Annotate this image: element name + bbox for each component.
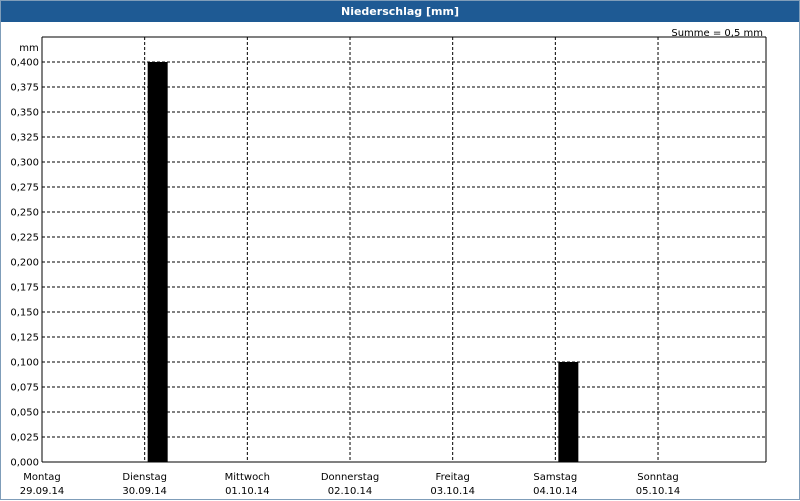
- y-tick-label: 0,250: [10, 208, 39, 219]
- x-tick-date: 30.09.14: [122, 486, 167, 497]
- y-tick-label: 0,050: [10, 408, 39, 419]
- y-tick-label: 0,225: [10, 233, 39, 244]
- x-tick-date: 04.10.14: [533, 486, 578, 497]
- y-tick-label: 0,000: [10, 458, 39, 469]
- x-tick-day: Freitag: [436, 472, 470, 483]
- y-tick-label: 0,400: [10, 58, 39, 69]
- y-tick-label: 0,075: [10, 383, 39, 394]
- precipitation-chart: 0,000 0,025 0,050 0,075 0,100 0,125 0,150 0,175…: [10, 36, 767, 497]
- x-tick-day: Mittwoch: [225, 472, 270, 483]
- y-tick-label: 0,175: [10, 283, 39, 294]
- y-tick-label: 0,125: [10, 333, 39, 344]
- x-tick-date: 03.10.14: [430, 486, 475, 497]
- x-tick-date: 01.10.14: [225, 486, 270, 497]
- y-tick-label: 0,025: [10, 433, 39, 444]
- x-tick-day: Montag: [23, 472, 60, 483]
- x-tick-date: 02.10.14: [328, 486, 373, 497]
- y-tick-label: 0,350: [10, 108, 39, 119]
- bar-dienstag: [147, 62, 168, 462]
- y-tick-label: 0,150: [10, 308, 39, 319]
- tick-labels-group: 0,000 0,025 0,050 0,075 0,100 0,125 0,150 0,175…: [10, 43, 680, 497]
- chart-window: Niederschlag [mm] Summe = 0,5 mm 0,000 0,…: [0, 0, 800, 500]
- y-tick-label: 0,375: [10, 83, 39, 94]
- y-tick-label: 0,300: [10, 158, 39, 169]
- x-tick-day: Sonntag: [637, 472, 679, 483]
- y-tick-label: 0,325: [10, 133, 39, 144]
- bar-samstag: [558, 362, 579, 462]
- x-tick-date: 29.09.14: [20, 486, 65, 497]
- y-tick-label: 0,275: [10, 183, 39, 194]
- y-tick-label: 0,100: [10, 358, 39, 369]
- x-tick-day: Donnerstag: [321, 472, 379, 483]
- y-axis-label: mm: [19, 43, 38, 54]
- x-tick-day: Samstag: [533, 472, 577, 483]
- y-tick-label: 0,200: [10, 258, 39, 269]
- x-tick-day: Dienstag: [122, 472, 167, 483]
- x-tick-date: 05.10.14: [636, 486, 681, 497]
